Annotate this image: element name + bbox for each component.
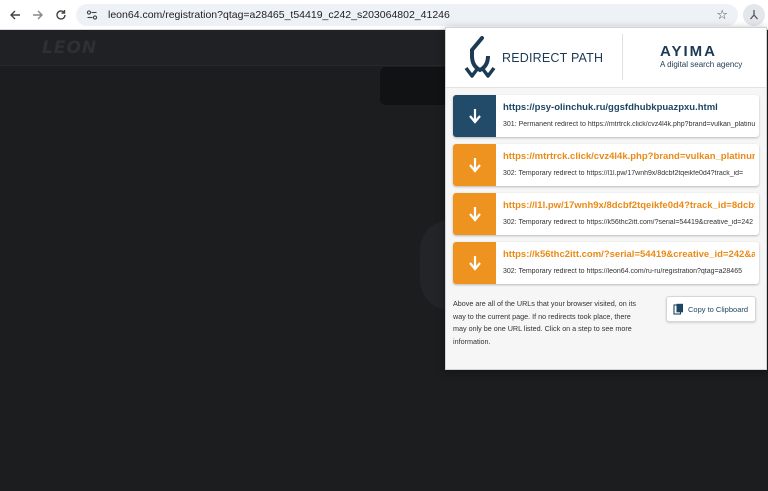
- reload-icon[interactable]: [50, 4, 72, 26]
- header-button-placeholder: [380, 67, 450, 105]
- step-url[interactable]: https://mtrtrck.click/cvz4l4k.php?brand=…: [503, 151, 755, 162]
- site-logo[interactable]: LEON: [42, 38, 97, 58]
- forward-icon[interactable]: [27, 4, 49, 26]
- site-settings-icon[interactable]: [84, 7, 100, 23]
- browser-toolbar: leon64.com/registration?qtag=a28465_t544…: [0, 0, 768, 30]
- address-bar[interactable]: leon64.com/registration?qtag=a28465_t544…: [76, 4, 738, 26]
- popup-header: REDIRECT PATH AYIMA A digital search age…: [446, 28, 766, 88]
- redirect-step[interactable]: https://mtrtrck.click/cvz4l4k.php?brand=…: [453, 144, 759, 186]
- arrow-down-icon: [453, 95, 496, 137]
- copy-to-clipboard-button[interactable]: Copy to Clipboard: [666, 296, 756, 322]
- popup-title: REDIRECT PATH: [502, 51, 604, 65]
- step-description: 302: Temporary redirect to https://leon6…: [503, 268, 742, 275]
- redirect-step[interactable]: https://l1l.pw/17wnh9x/8dcbf2tqeikfe0d4?…: [453, 193, 759, 235]
- ayima-tagline: A digital search agency: [660, 60, 743, 69]
- step-url[interactable]: https://k56thc2itt.com/?serial=54419&cre…: [503, 249, 755, 260]
- copy-button-label: Copy to Clipboard: [688, 304, 749, 314]
- redirect-path-logo-icon: [464, 36, 496, 78]
- ayima-logo[interactable]: AYIMA: [660, 43, 717, 60]
- footer-explanation: Above are all of the URLs that your brow…: [453, 299, 636, 346]
- redirect-step[interactable]: https://k56thc2itt.com/?serial=54419&cre…: [453, 242, 759, 284]
- step-url[interactable]: https://l1l.pw/17wnh9x/8dcbf2tqeikfe0d4?…: [503, 200, 755, 211]
- step-description: 302: Temporary redirect to https://k56th…: [503, 219, 754, 226]
- redirect-path-extension-icon[interactable]: [743, 4, 765, 26]
- arrow-down-icon: [453, 193, 496, 235]
- step-description: 302: Temporary redirect to https://l1l.p…: [503, 170, 744, 177]
- url-text[interactable]: leon64.com/registration?qtag=a28465_t544…: [108, 9, 450, 21]
- header-divider: [622, 34, 623, 80]
- clipboard-icon: [673, 303, 683, 315]
- step-url[interactable]: https://psy-olinchuk.ru/ggsfdhubkpuazpxu…: [503, 102, 755, 113]
- arrow-down-icon: [453, 144, 496, 186]
- arrow-down-icon: [453, 242, 496, 284]
- bookmark-star-icon[interactable]: ☆: [716, 7, 728, 23]
- back-icon[interactable]: [4, 4, 26, 26]
- step-description: 301: Permanent redirect to https://mtrtr…: [503, 121, 755, 128]
- redirect-path-popup: REDIRECT PATH AYIMA A digital search age…: [445, 27, 767, 370]
- redirect-step[interactable]: https://psy-olinchuk.ru/ggsfdhubkpuazpxu…: [453, 95, 759, 137]
